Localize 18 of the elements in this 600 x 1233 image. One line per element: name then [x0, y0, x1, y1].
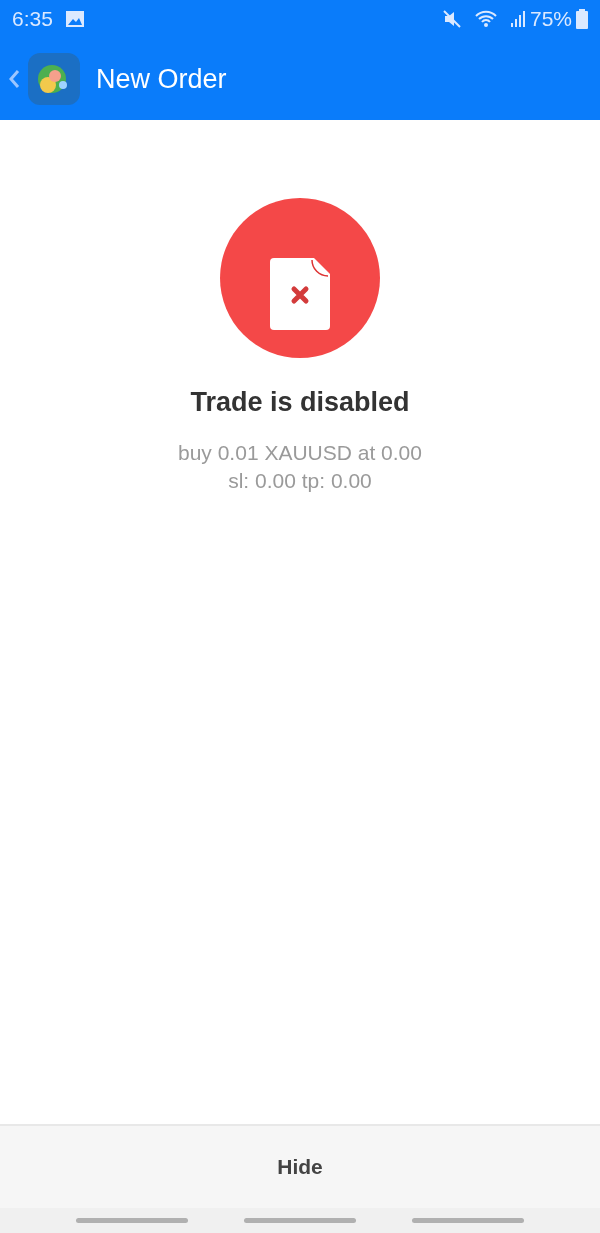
battery-percent: 75% — [529, 6, 572, 33]
order-detail-line: sl: 0.00 tp: 0.00 — [228, 467, 372, 494]
app-logo-icon — [28, 53, 80, 105]
back-icon[interactable] — [8, 67, 20, 91]
status-time: 6:35 — [12, 6, 53, 33]
order-detail-line: buy 0.01 XAUUSD at 0.00 — [178, 439, 422, 466]
screen-title: New Order — [96, 62, 227, 96]
image-icon — [64, 10, 85, 28]
mute-icon — [441, 9, 462, 29]
error-document-icon — [220, 198, 380, 358]
message-title: Trade is disabled — [190, 386, 410, 419]
nav-back-bar[interactable] — [412, 1218, 524, 1223]
nav-home-bar[interactable] — [244, 1218, 356, 1223]
wifi-icon — [473, 9, 498, 29]
signal-icon — [509, 9, 526, 29]
hide-button[interactable]: Hide — [0, 1126, 600, 1208]
battery-icon — [576, 9, 588, 29]
nav-recents-bar[interactable] — [76, 1218, 188, 1223]
